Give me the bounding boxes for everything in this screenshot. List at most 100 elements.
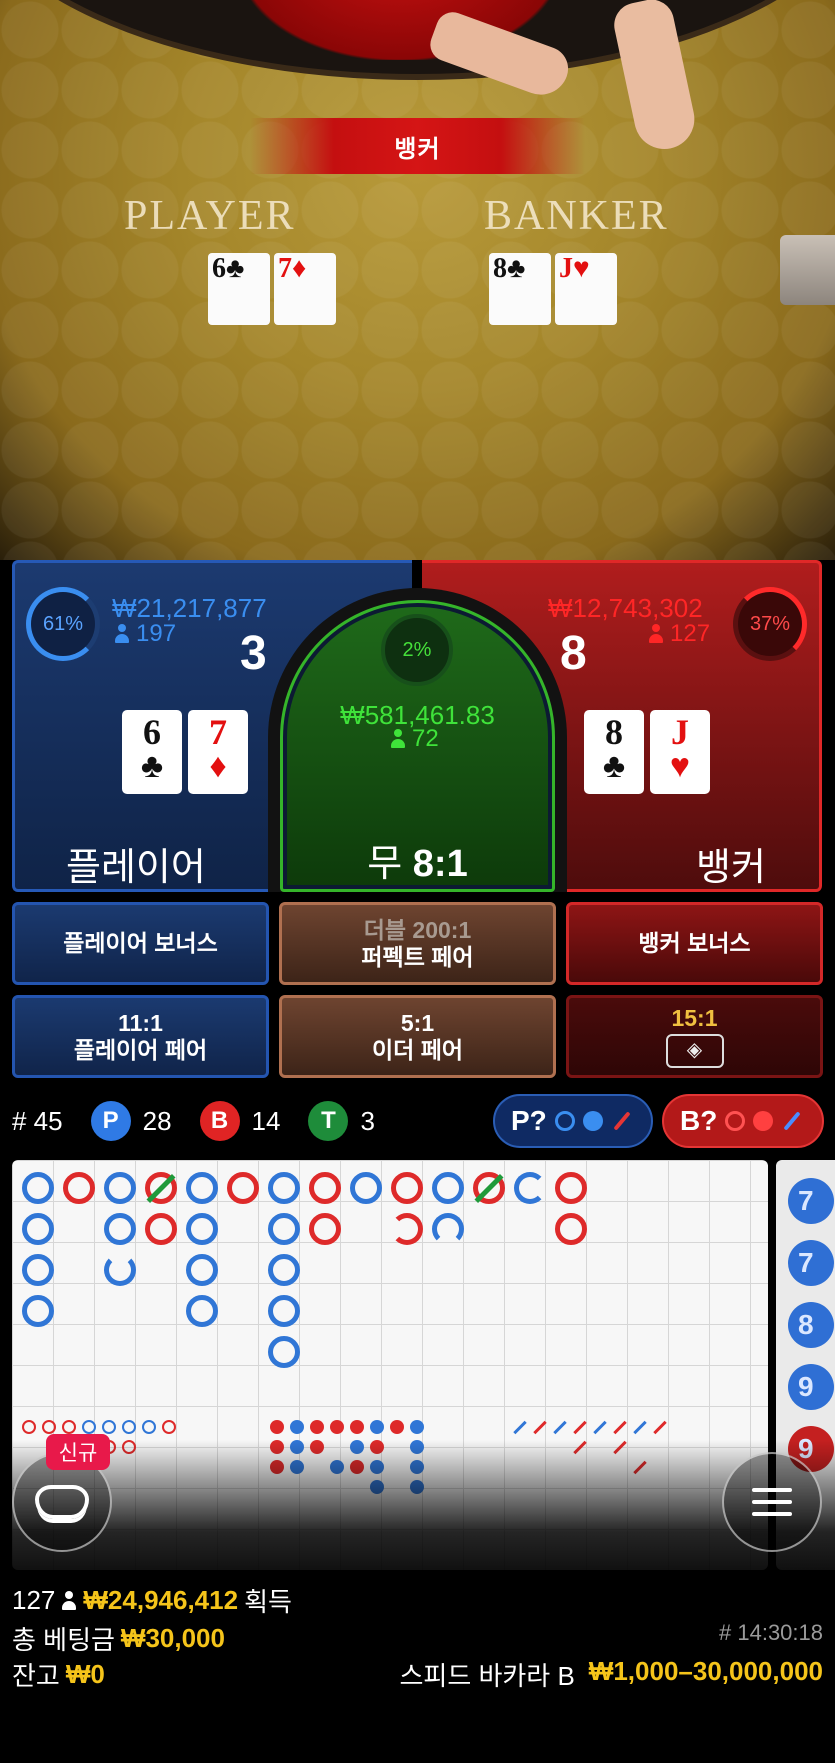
player-pair-label: 플레이어 페어 [73,1036,208,1063]
road-bead-player [104,1213,136,1245]
player-label: 플레이어 [66,847,206,889]
banker-score: 8 [560,627,587,680]
balance-label: 잔고 [12,1661,60,1691]
small-road-dot-icon [582,1111,603,1131]
banker-wins-dot: B [199,1101,240,1141]
side-number: 7 [788,1240,834,1286]
felt-player-card-2: 7♦ [274,253,336,325]
big-eye-ring-banker [22,1420,36,1434]
card-suit: ♦ [209,748,227,785]
road-bead-player [104,1172,136,1204]
card-suit: ♣ [226,253,245,284]
card-rank: 6 [143,712,161,752]
banker-bettors: 127 [670,620,711,647]
road-bead-player [22,1295,54,1327]
road-bead-player [268,1336,300,1368]
player-wins-count: 28 [142,1105,172,1136]
predict-player-label: P? [511,1105,547,1136]
table-name: 스피드 바카라 B [399,1661,575,1691]
banker-percent-ring: 37% [733,587,807,661]
cockroach-mark-player [513,1420,527,1435]
bet-spot-perfect-pair[interactable]: 더블 200:1 퍼펙트 페어 [279,902,556,985]
big-eye-ring-banker [162,1420,176,1434]
tie-wins-dot: T [308,1101,349,1141]
result-banner: 뱅커 [250,118,585,174]
big-eye-ring-player [122,1420,136,1434]
bet-spot-player-pair[interactable]: 11:1 플레이어 페어 [12,995,269,1078]
player-wins-dot: P [90,1101,131,1141]
big-eye-ring-banker [42,1420,56,1434]
player-bonus-label: 플레이어 보너스 [63,930,218,957]
bet-spot-player-bonus[interactable]: 플레이어 보너스 [12,902,269,985]
card-suit: ♥ [573,253,590,284]
felt-player-label: PLAYER [124,193,296,239]
road-bead-player-partial [104,1254,136,1286]
banker-card-2: J ♥ [650,710,710,794]
big-eye-ring-player [82,1420,96,1434]
bonus-chip-icon: ◈ [665,1033,724,1068]
small-road-dot-player [410,1420,424,1434]
total-bet-label: 총 베팅금 [12,1625,115,1655]
card-rank: 7 [209,712,227,752]
felt-banker-card-2: J♥ [555,253,617,325]
win-label: 획득 [244,1587,292,1617]
player-card-2: 7 ♦ [188,710,248,794]
either-pair-odds: 5:1 [400,1010,435,1037]
predict-player-button[interactable]: P? [493,1094,653,1148]
road-bead-player-partial [432,1213,464,1245]
road-bead-banker [309,1213,341,1245]
small-road-dot-banker [270,1420,284,1434]
tie-odds: 8:1 [412,843,468,885]
tie-label: 무 8:1 [280,832,555,887]
perfect-pair-label: 퍼펙트 페어 [361,943,474,970]
card-rank: 7 [278,253,292,284]
tie-percent-ring: 2% [381,614,453,686]
predict-banker-button[interactable]: B? [662,1094,824,1148]
player-bettor-count: 197 [114,620,176,648]
road-bead-player [22,1172,54,1204]
players-count: 127 [12,1585,56,1615]
cockroach-slash-icon [613,1111,631,1131]
round-id: # 14:30:18 [719,1620,823,1645]
table-limits: ₩1,000–30,000,000 [588,1656,823,1686]
cockroach-mark-player [633,1420,647,1435]
win-amount: ₩24,946,412 [83,1585,239,1615]
bet-spot-banker-bonus[interactable]: 뱅커 보너스 [566,902,823,985]
road-bead-player [186,1254,218,1286]
cockroach-mark-banker [573,1420,587,1435]
tie-bettor-count: 72 [390,725,439,753]
felt-banker-label: BANKER [484,193,669,239]
road-bead-player [268,1213,300,1245]
felt-banker-card-1: 8♣ [489,253,551,325]
person-icon [114,624,130,644]
round-count: # 45 [12,1105,63,1136]
chip-icon [35,1485,89,1519]
total-bet-value: ₩30,000 [120,1623,225,1653]
small-road-dot-banker [310,1420,324,1434]
road-bead-banker [309,1172,341,1204]
card-suit: ♣ [602,748,626,785]
total-bet: 총 베팅금 ₩30,000 [12,1620,225,1657]
cockroach-mark-banker [613,1420,627,1435]
big-eye-ring-player [102,1420,116,1434]
small-road-dot-player [370,1420,384,1434]
player-score: 3 [240,627,267,680]
bet-spot-either-pair[interactable]: 5:1 이더 페어 [279,995,556,1078]
predict-banker-label: B? [680,1105,718,1136]
road-bead-player-partial [514,1172,546,1204]
perfect-pair-odds: 더블 200:1 [363,917,472,944]
menu-button[interactable] [722,1452,822,1552]
cockroach-mark-banker [533,1420,547,1435]
banker-card-1: 8 ♣ [584,710,644,794]
player-percent-ring: 61% [26,587,100,661]
bet-spot-bonus-bet[interactable]: 15:1 ◈ [566,995,823,1078]
road-bead-banker [63,1172,95,1204]
road-bead-player [350,1172,382,1204]
win-summary: 127 ₩24,946,412 획득 [12,1582,292,1619]
card-suit: ♣ [507,253,526,284]
road-bead-banker [227,1172,259,1204]
bonus-odds: 15:1 [671,1005,718,1032]
side-number: 8 [788,1302,834,1348]
player-pair-odds: 11:1 [118,1010,163,1037]
small-road-dot-player [290,1420,304,1434]
